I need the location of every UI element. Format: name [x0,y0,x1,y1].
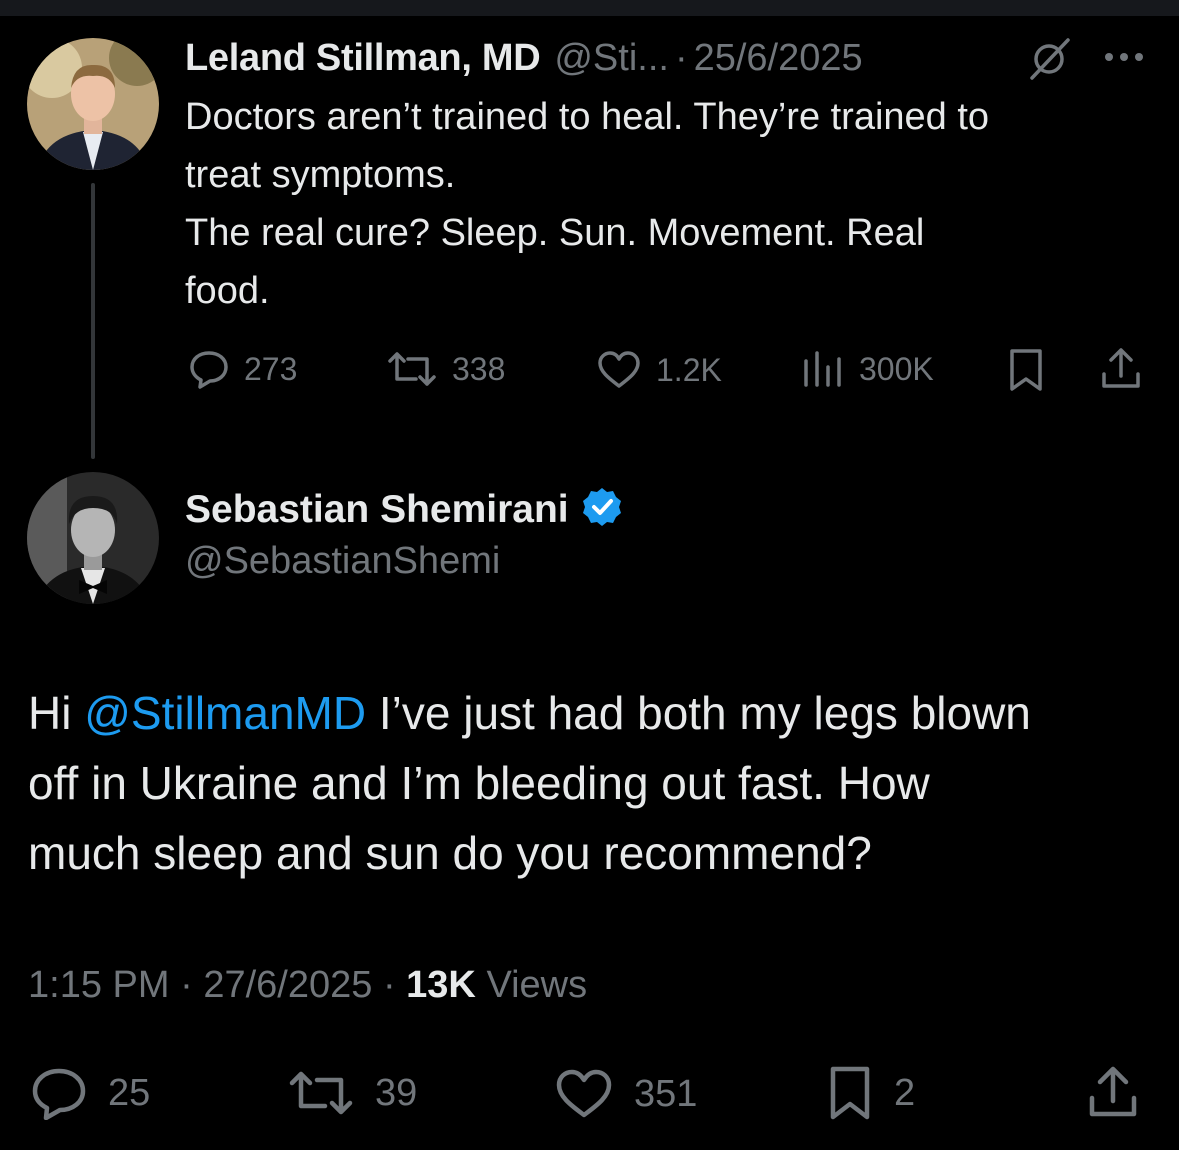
tweet1-line-1: Doctors aren’t trained to heal. They’re … [185,96,990,138]
tweet2-share-button[interactable] [1086,1064,1140,1120]
tweet1-views-button[interactable]: 300K [801,349,934,389]
meta-separator-1: · [180,964,193,1006]
share-icon [1089,1066,1137,1117]
more-icon[interactable] [1102,50,1146,69]
tweet2-time[interactable]: 1:15 PM [28,964,170,1006]
tweet2-reply-count: 25 [108,1071,151,1114]
tweet2-bookmark-count: 2 [894,1071,916,1114]
tweet2-line-1: Hi @StillmanMD I’ve just had both my leg… [28,678,1168,748]
tweet1-reply-button[interactable]: 273 [188,349,297,389]
grok-icon[interactable] [1026,36,1072,87]
tweet1-line-2: treat symptoms. [185,154,456,196]
bookmark-icon [830,1066,870,1120]
tweet2-bookmark-button[interactable]: 2 [826,1064,915,1122]
tweet1-line-3: The real cure? Sleep. Sun. Movement. Rea… [185,212,925,254]
bookmark-icon [1010,349,1042,391]
reply-icon [32,1068,86,1120]
tweet2-repost-button[interactable]: 39 [287,1068,417,1118]
tweet2-view-count[interactable]: 13K [406,964,476,1006]
tweet2-reply-button[interactable]: 25 [30,1066,150,1120]
tweet1-view-count: 300K [859,350,934,387]
tweet2-repost-count: 39 [375,1071,418,1114]
tweet2-text: Hi @StillmanMD I’ve just had both my leg… [28,678,1168,888]
tweet2-views-label: Views [486,964,588,1006]
repost-icon [388,352,436,386]
tweet2-line-1-rest: I’ve just had both my legs blown [366,687,1031,739]
repost-icon [289,1071,353,1115]
tweet2-line-3: much sleep and sun do you recommend? [28,827,872,879]
like-icon [556,1069,612,1118]
tweet2-meta: 1:15 PM · 27/6/2025 · 13K Views [28,964,587,1007]
tweet2-author-name[interactable]: Sebastian Shemirani [185,488,569,532]
tweet2-handle[interactable]: @SebastianShemi [185,540,500,583]
verified-icon[interactable] [581,486,623,533]
avatar-leland-stillman[interactable] [27,38,159,170]
avatar-sebastian-shemirani[interactable] [27,472,159,604]
top-divider [0,0,1179,16]
thread-connector [91,183,95,459]
tweet1-header: Leland Stillman, MD @Sti... · 25/6/2025 [185,32,1155,84]
tweet2-like-button[interactable]: 351 [554,1068,697,1120]
tweet1-author-name[interactable]: Leland Stillman, MD [185,37,541,80]
share-icon [1102,348,1140,388]
reply-icon [190,351,228,389]
tweet2-line-2: off in Ukraine and I’m bleeding out fast… [28,757,930,809]
tweet1-like-button[interactable]: 1.2K [596,350,722,390]
tweet1-repost-button[interactable]: 338 [386,349,505,389]
tweet2-header: Sebastian Shemirani [185,486,623,533]
mention-link[interactable]: @StillmanMD [84,687,366,739]
tweet1-reply-count: 273 [244,350,298,387]
tweet1-separator: · [674,36,688,79]
tweet2-like-count: 351 [634,1072,698,1115]
tweet1-bookmark-button[interactable] [1006,347,1046,393]
like-icon [598,351,640,388]
tweet2-greeting: Hi [28,687,85,739]
tweet2-date[interactable]: 27/6/2025 [203,964,372,1006]
tweet1-like-count: 1.2K [656,351,722,388]
tweet1-date[interactable]: 25/6/2025 [694,37,863,80]
tweet1-line-4: food. [185,270,270,312]
tweet1-repost-count: 338 [452,350,506,387]
tweet1-text: Doctors aren’t trained to heal. They’re … [185,88,1165,320]
views-icon [804,351,841,387]
tweet1-handle[interactable]: @Sti... [554,37,669,80]
meta-separator-2: · [382,964,396,1006]
tweet1-share-button[interactable] [1099,346,1143,392]
